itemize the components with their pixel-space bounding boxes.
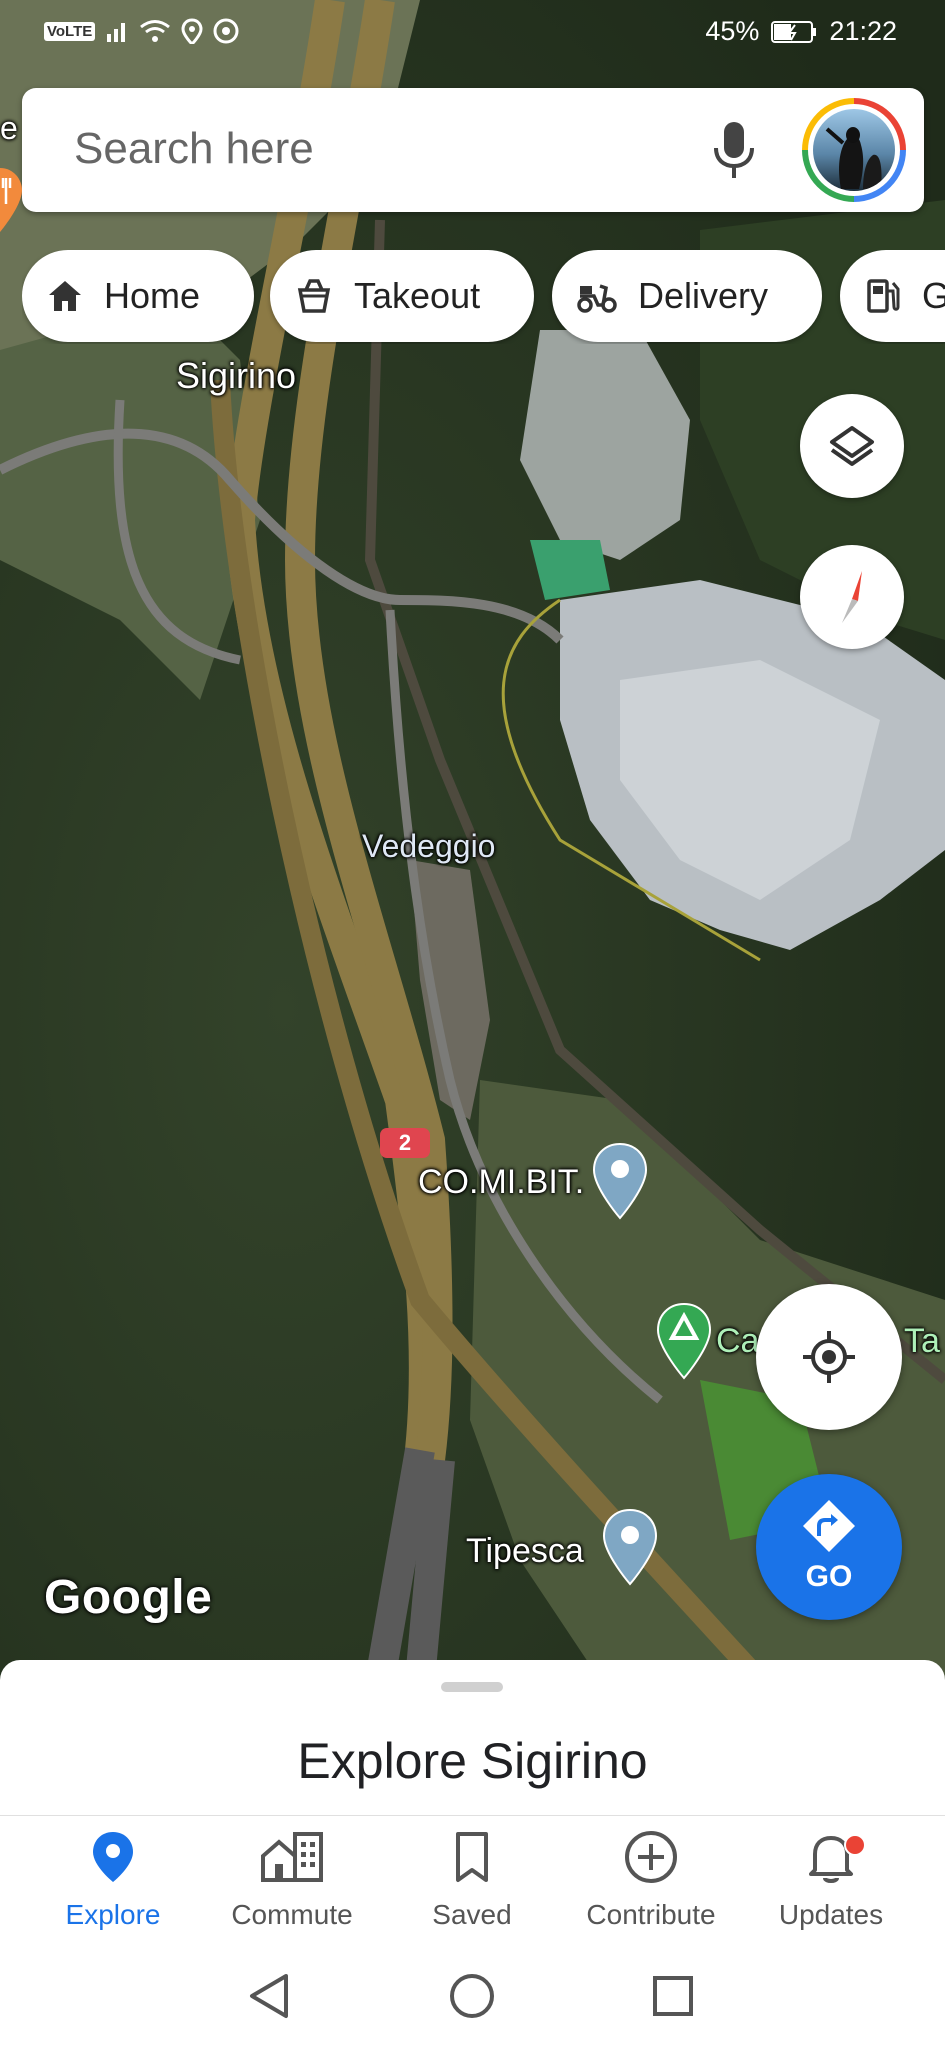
location-status-icon	[181, 18, 203, 44]
sheet-title: Explore Sigirino	[297, 1733, 648, 1789]
map-label-river: Vedeggio	[362, 828, 496, 864]
compass-icon	[842, 571, 862, 623]
battery-percent: 45%	[705, 16, 760, 46]
delivery-icon	[577, 284, 617, 313]
wifi-icon	[140, 20, 171, 42]
clock: 21:22	[829, 16, 897, 46]
chip-takeout[interactable]: Takeout	[270, 250, 534, 342]
search-bar[interactable]: Search here	[22, 88, 924, 212]
map-label-camping-suffix[interactable]: Ta	[904, 1322, 940, 1361]
map-label-partial: e	[0, 110, 18, 146]
my-location-button[interactable]	[756, 1284, 902, 1430]
signal-icon	[107, 23, 126, 42]
add-circle-icon	[625, 1831, 677, 1883]
takeout-icon	[297, 279, 331, 313]
bottom-navigation: Explore Commute Saved Contribute Updates	[0, 1815, 945, 1951]
nav-explore-label: Explore	[65, 1899, 161, 1930]
search-input[interactable]: Search here	[74, 124, 314, 174]
volte-badge: VoLTE	[44, 21, 96, 41]
chrome-icon	[213, 18, 239, 44]
home-nav-icon[interactable]	[448, 1972, 496, 2020]
profile-photo	[813, 109, 895, 191]
nav-updates[interactable]: Updates	[741, 1830, 921, 1931]
layers-button[interactable]	[800, 394, 904, 498]
google-logo: Google	[44, 1571, 213, 1624]
map-label-business[interactable]: CO.MI.BIT.	[418, 1163, 584, 1202]
layers-icon	[830, 426, 874, 466]
road-shield: 2	[380, 1128, 430, 1158]
nav-saved-label: Saved	[432, 1899, 512, 1930]
penguin-image	[825, 127, 882, 189]
category-chips: Home Takeout Delivery G	[22, 250, 945, 344]
business-marker-icon[interactable]	[592, 1142, 648, 1222]
compass-button[interactable]	[800, 545, 904, 649]
account-avatar[interactable]	[802, 98, 906, 202]
chip-takeout-label: Takeout	[354, 275, 481, 316]
chip-delivery-label: Delivery	[638, 275, 769, 316]
commute-icon	[261, 1832, 323, 1882]
chip-delivery[interactable]: Delivery	[552, 250, 822, 342]
chip-gas-label: G	[922, 275, 945, 316]
campground-marker-icon[interactable]	[656, 1302, 712, 1382]
chip-home[interactable]: Home	[22, 250, 254, 342]
system-navigation-bar	[0, 1950, 945, 2048]
bookmark-icon	[456, 1832, 488, 1882]
status-bar: VoLTE 45% 21:22	[0, 0, 945, 64]
crosshair-icon	[803, 1331, 855, 1383]
map-label-camping[interactable]: Ca	[716, 1322, 759, 1361]
home-icon	[49, 281, 81, 311]
explore-pin-icon	[93, 1832, 133, 1882]
recents-icon[interactable]	[651, 1972, 695, 2020]
gas-station-icon	[867, 279, 900, 313]
directions-go-button[interactable]: GO	[756, 1474, 902, 1620]
microphone-icon[interactable]	[704, 116, 764, 184]
directions-icon	[803, 1500, 855, 1552]
nav-saved[interactable]: Saved	[382, 1830, 562, 1931]
nav-commute-label: Commute	[231, 1899, 353, 1930]
chip-home-label: Home	[104, 275, 201, 316]
nav-contribute-label: Contribute	[586, 1899, 716, 1930]
map-label-place[interactable]: Tipesca	[466, 1532, 584, 1571]
nav-explore[interactable]: Explore	[23, 1830, 203, 1931]
notification-badge	[844, 1834, 866, 1856]
chip-gas[interactable]: G	[840, 250, 945, 342]
sheet-drag-handle[interactable]	[441, 1682, 503, 1692]
explore-sheet[interactable]: Explore Sigirino	[0, 1660, 945, 1815]
nav-updates-label: Updates	[778, 1899, 884, 1930]
battery-icon	[771, 20, 817, 43]
nav-contribute[interactable]: Contribute	[561, 1830, 741, 1931]
map-label-town[interactable]: Sigirino	[176, 355, 296, 397]
go-label: GO	[805, 1560, 853, 1593]
back-icon[interactable]	[248, 1972, 292, 2020]
nav-commute[interactable]: Commute	[202, 1830, 382, 1931]
restaurant-marker-icon[interactable]	[0, 158, 30, 238]
place-marker-icon[interactable]	[602, 1508, 658, 1588]
